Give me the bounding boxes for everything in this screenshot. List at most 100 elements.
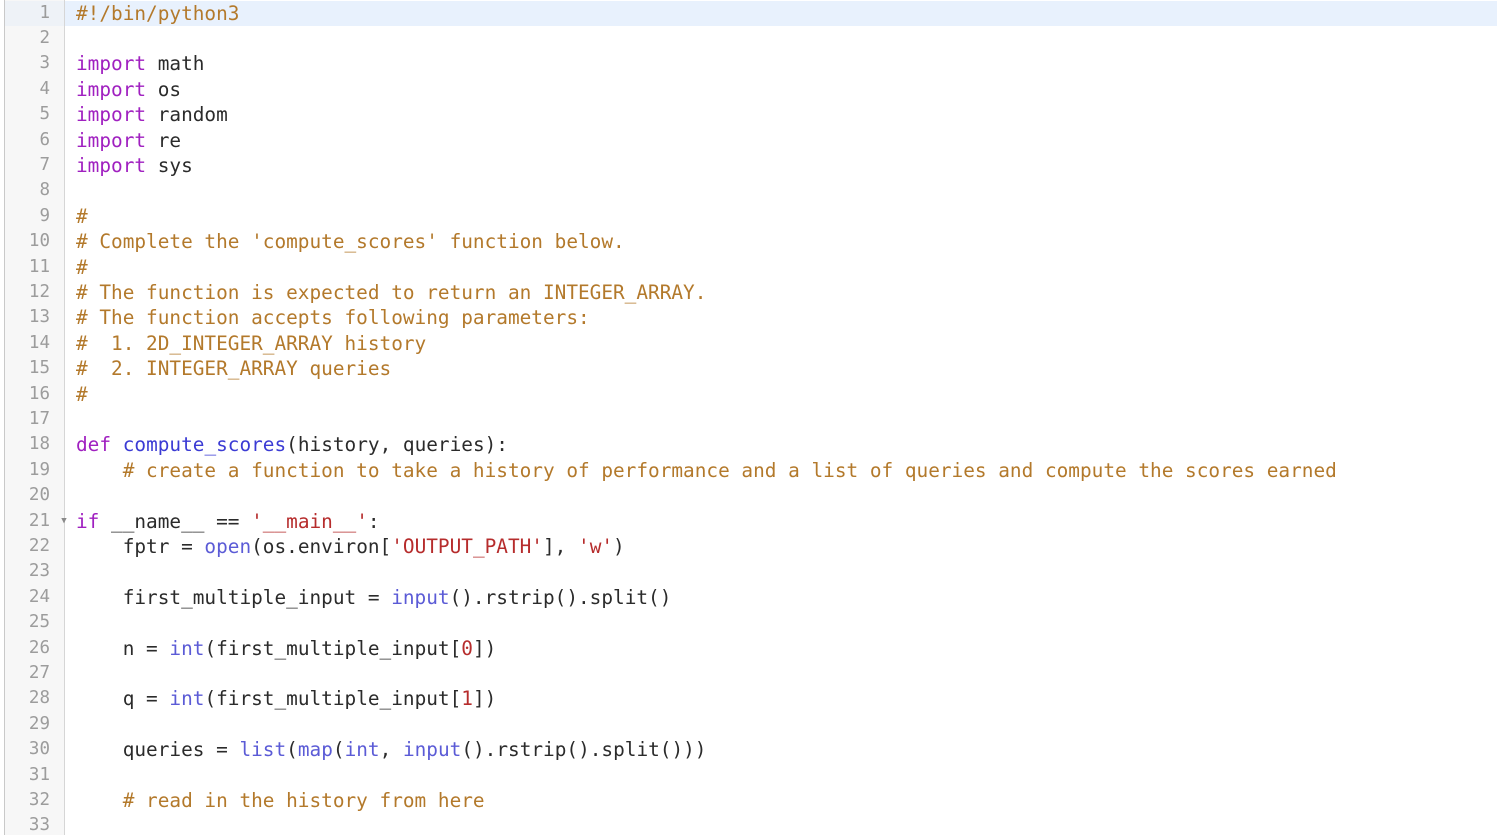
line-number: 17: [28, 408, 50, 429]
code-token: ): [613, 534, 625, 558]
code-line-row[interactable]: 33: [0, 813, 1497, 835]
code-line-text[interactable]: queries = list(map(int, input().rstrip()…: [76, 737, 707, 762]
code-token: random: [146, 103, 228, 127]
line-number: 2: [39, 27, 50, 48]
line-number: 7: [39, 154, 50, 175]
code-token: #: [76, 204, 88, 228]
code-line-row[interactable]: 28 q = int(first_multiple_input[1]): [0, 686, 1497, 711]
code-token: (first_multiple_input[: [204, 687, 462, 711]
code-line-row[interactable]: 7 import sys: [0, 153, 1497, 178]
code-line-text[interactable]: # The function accepts following paramet…: [76, 305, 590, 330]
code-line-row[interactable]: 11 #: [0, 255, 1497, 280]
code-line-row[interactable]: 19 # create a function to take a history…: [0, 458, 1497, 483]
code-line-text[interactable]: import math: [76, 51, 204, 76]
code-token: import: [76, 103, 147, 127]
code-line-row[interactable]: 2: [0, 26, 1497, 51]
line-number: 11: [28, 256, 50, 277]
code-line-text[interactable]: first_multiple_input = input().rstrip().…: [76, 585, 672, 610]
code-token: # 2. INTEGER_ARRAY queries: [76, 357, 392, 381]
code-line-row[interactable]: 29: [0, 712, 1497, 737]
code-line-row[interactable]: 32 # read in the history from here: [0, 788, 1497, 813]
code-line-row[interactable]: 14 # 1. 2D_INTEGER_ARRAY history: [0, 331, 1497, 356]
fold-collapse-icon[interactable]: ▼: [58, 509, 70, 534]
code-line-row[interactable]: 8: [0, 178, 1497, 203]
code-line-text[interactable]: #: [76, 255, 88, 280]
code-token: # create a function to take a history of…: [76, 458, 1337, 482]
code-line-row[interactable]: 21 ▼ if __name__ == '__main__':: [0, 509, 1497, 534]
line-number: 33: [28, 815, 50, 835]
code-token: sys: [146, 153, 193, 177]
code-token: (history, queries):: [286, 433, 508, 457]
code-token: #: [76, 255, 88, 279]
code-token: #: [76, 382, 88, 406]
code-line-row[interactable]: 10 # Complete the 'compute_scores' functi…: [0, 229, 1497, 254]
code-line-text[interactable]: #: [76, 382, 88, 407]
code-line-text[interactable]: q = int(first_multiple_input[1]): [76, 686, 497, 711]
line-number: 5: [39, 104, 50, 125]
code-line-text[interactable]: import sys: [76, 153, 193, 178]
code-token: list: [239, 738, 287, 762]
line-number: 22: [28, 535, 50, 556]
code-token: input: [402, 738, 462, 762]
code-line-text[interactable]: # The function is expected to return an …: [76, 280, 706, 305]
code-token: 1: [461, 687, 473, 711]
code-token: queries =: [76, 738, 240, 762]
code-line-row[interactable]: 25: [0, 610, 1497, 635]
code-token: __name__ ==: [99, 509, 252, 533]
code-line-row[interactable]: 6 import re: [0, 128, 1497, 153]
code-line-text[interactable]: #!/bin/python3: [76, 1, 239, 26]
code-line-text[interactable]: import os: [76, 77, 181, 102]
line-number: 26: [28, 637, 50, 658]
code-line-text[interactable]: # create a function to take a history of…: [76, 458, 1337, 483]
code-token: first_multiple_input =: [76, 585, 392, 609]
line-number: 20: [28, 485, 50, 506]
code-line-row[interactable]: 3 import math: [0, 51, 1497, 76]
code-line-row[interactable]: 12 # The function is expected to return a…: [0, 280, 1497, 305]
code-token: #!/bin/python3: [76, 1, 240, 25]
code-line-row[interactable]: 18 def compute_scores(history, queries):: [0, 432, 1497, 457]
code-token: def: [76, 433, 112, 457]
code-line-row[interactable]: 27: [0, 661, 1497, 686]
code-line-row[interactable]: 4 import os: [0, 77, 1497, 102]
code-line-row[interactable]: 20: [0, 483, 1497, 508]
code-token: :: [367, 509, 380, 533]
code-line-row[interactable]: 5 import random: [0, 102, 1497, 127]
code-token: import: [76, 77, 147, 101]
code-line-row[interactable]: 23: [0, 559, 1497, 584]
code-line-row[interactable]: 9 #: [0, 204, 1497, 229]
code-line-text[interactable]: #: [76, 204, 88, 229]
code-line-row[interactable]: 24 first_multiple_input = input().rstrip…: [0, 585, 1497, 610]
code-line-text[interactable]: # 2. INTEGER_ARRAY queries: [76, 356, 391, 381]
code-token: q =: [76, 687, 170, 711]
code-line-row[interactable]: 31: [0, 763, 1497, 788]
line-number: 21: [28, 510, 50, 531]
code-token: ],: [542, 534, 579, 558]
code-line-row[interactable]: 13 # The function accepts following param…: [0, 305, 1497, 330]
code-line-text[interactable]: n = int(first_multiple_input[0]): [76, 636, 497, 661]
code-line-text[interactable]: import random: [76, 102, 228, 127]
line-number: 3: [39, 53, 50, 74]
code-line-row[interactable]: 30 queries = list(map(int, input().rstri…: [0, 737, 1497, 762]
code-line-text[interactable]: import re: [76, 128, 181, 153]
line-number: 31: [28, 764, 50, 785]
code-line-row[interactable]: 16 #: [0, 382, 1497, 407]
line-number: 14: [28, 332, 50, 353]
code-token: # The function accepts following paramet…: [76, 306, 590, 330]
code-line-text[interactable]: # Complete the 'compute_scores' function…: [76, 229, 625, 254]
code-line-text[interactable]: # read in the history from here: [76, 788, 485, 813]
code-editor[interactable]: 1 #!/bin/python3 2 3 import math 4 import os 5 i…: [0, 0, 1497, 835]
code-line-text[interactable]: if __name__ == '__main__':: [76, 509, 380, 534]
code-line-row[interactable]: 22 fptr = open(os.environ['OUTPUT_PATH']…: [0, 534, 1497, 559]
code-line-text[interactable]: fptr = open(os.environ['OUTPUT_PATH'], '…: [76, 534, 625, 559]
code-line-row[interactable]: 15 # 2. INTEGER_ARRAY queries: [0, 356, 1497, 381]
code-token: map: [297, 738, 333, 762]
code-line-row[interactable]: 17: [0, 407, 1497, 432]
code-line-row[interactable]: 1 #!/bin/python3: [0, 0, 1497, 26]
code-line-row[interactable]: 26 n = int(first_multiple_input[0]): [0, 636, 1497, 661]
code-token: 'w': [578, 534, 614, 558]
code-token: ]): [472, 687, 497, 711]
code-line-text[interactable]: def compute_scores(history, queries):: [76, 432, 508, 457]
code-token: int: [169, 687, 205, 711]
code-line-text[interactable]: # 1. 2D_INTEGER_ARRAY history: [76, 331, 426, 356]
code-token: ,: [379, 738, 403, 762]
